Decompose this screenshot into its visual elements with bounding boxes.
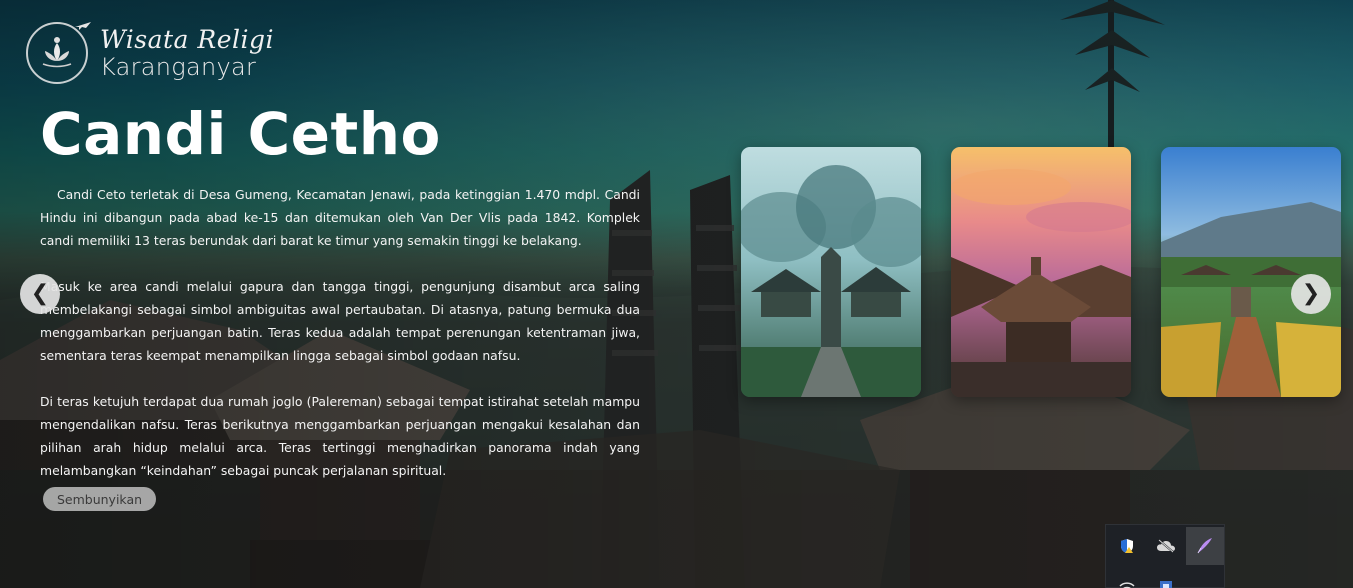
description-paragraph: Di teras ketujuh terdapat dua rumah jogl… bbox=[40, 394, 640, 478]
carousel-next-button[interactable]: ❯ bbox=[1291, 274, 1331, 314]
shield-warning-icon[interactable] bbox=[1108, 527, 1146, 565]
pen-icon[interactable] bbox=[1186, 527, 1224, 565]
description-paragraph: Candi Ceto terletak di Desa Gumeng, Keca… bbox=[40, 187, 640, 248]
description-paragraph: Masuk ke area candi melalui gapura dan t… bbox=[40, 279, 640, 363]
site-logo[interactable]: Wisata Religi Karanganyar bbox=[26, 22, 274, 84]
plane-icon bbox=[75, 22, 91, 30]
page-title: Candi Cetho bbox=[40, 100, 441, 168]
system-tray-overflow bbox=[1105, 524, 1225, 588]
app-icon[interactable] bbox=[1147, 567, 1185, 588]
lotus-plane-icon bbox=[26, 22, 91, 84]
carousel-card-misty-temple[interactable] bbox=[741, 147, 921, 397]
hide-button[interactable]: Sembunyikan bbox=[43, 487, 156, 511]
logo-subtitle: Karanganyar bbox=[100, 53, 257, 81]
wifi-icon[interactable] bbox=[1108, 567, 1146, 588]
carousel-prev-button[interactable]: ❮ bbox=[20, 274, 60, 314]
cloud-offline-icon[interactable] bbox=[1147, 527, 1185, 565]
description: Candi Ceto terletak di Desa Gumeng, Keca… bbox=[40, 183, 640, 482]
carousel-card-mountain-terrace[interactable] bbox=[1161, 147, 1341, 397]
misty-temple-photo bbox=[741, 147, 921, 397]
carousel-card-sunset-pavilion[interactable] bbox=[951, 147, 1131, 397]
mountain-terrace-photo bbox=[1161, 147, 1341, 397]
sunset-pavilion-photo bbox=[951, 147, 1131, 397]
logo-title: Wisata Religi bbox=[100, 25, 274, 54]
